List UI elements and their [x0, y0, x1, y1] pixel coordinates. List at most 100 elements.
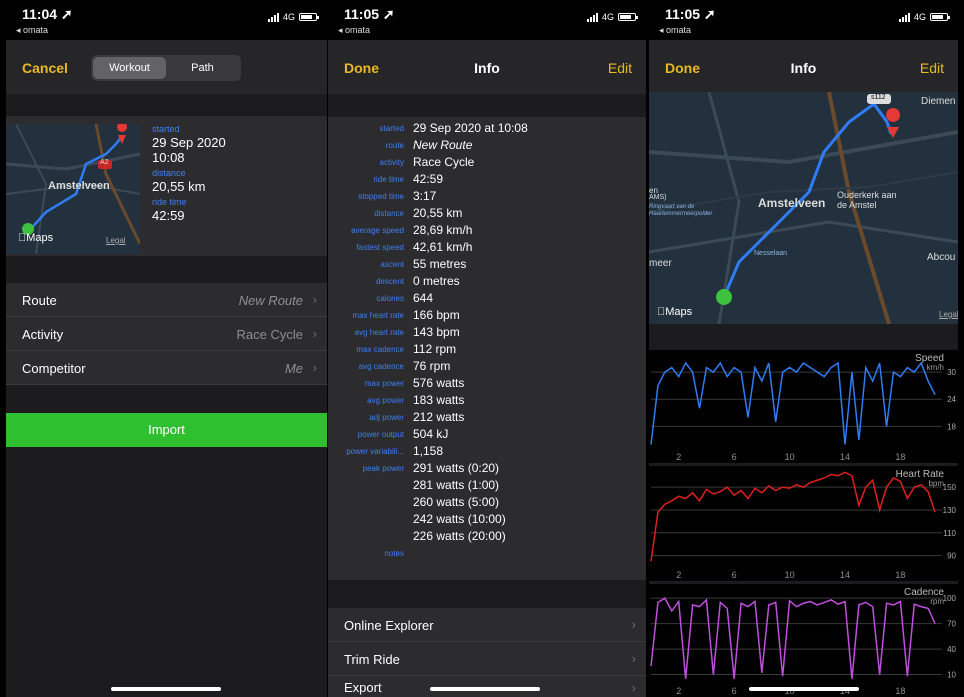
info-key: started: [379, 124, 404, 133]
network-label: 4G: [601, 12, 614, 22]
x-tick-label: 10: [785, 452, 795, 462]
info-row: started 29 Sep 2020 at 10:08: [328, 121, 646, 138]
info-row: stopped time 3:17: [328, 189, 646, 206]
map-meer-label: meer: [649, 258, 672, 269]
cadence-chart[interactable]: 100 70 40 10 2 6 10 14 18 Cadence rpm: [649, 584, 958, 697]
map-thumbnail[interactable]: Amstelveen A2 Maps Legal: [6, 124, 140, 254]
info-key: max cadence: [356, 345, 404, 354]
segment-workout[interactable]: Workout: [93, 57, 166, 79]
distance-label: distance: [152, 168, 186, 178]
started-time: 10:08: [152, 150, 185, 165]
heart-rate-chart[interactable]: 150 130 110 90 2 6 10 14 18 Heart Rate bpm: [649, 466, 958, 581]
info-row: notes: [328, 546, 646, 563]
route-label: Route: [22, 293, 57, 308]
info-value: 644: [413, 291, 434, 305]
info-key: max heart rate: [352, 311, 404, 320]
route-map[interactable]: Amstelveen Ouderkerk aan de Amstel Dieme…: [649, 92, 958, 324]
home-indicator[interactable]: [749, 687, 859, 691]
import-button[interactable]: Import: [6, 413, 327, 447]
info-value: New Route: [413, 138, 473, 152]
info-row: fastest speed 42,61 km/h: [328, 240, 646, 257]
x-tick-label: 18: [895, 686, 905, 696]
chevron-right-icon: ›: [631, 680, 636, 695]
info-key: power output: [357, 430, 404, 439]
info-row: max cadence 112 rpm: [328, 342, 646, 359]
info-value: 166 bpm: [413, 308, 460, 322]
nav-bar: Done Info Edit: [328, 40, 646, 94]
activity-label: Activity: [22, 327, 64, 342]
home-indicator[interactable]: [111, 687, 221, 691]
segmented-control: Workout Path: [91, 55, 241, 81]
info-row: max power 576 watts: [328, 376, 646, 393]
y-tick-label: 110: [943, 529, 956, 538]
distance-value: 20,55 km: [152, 179, 206, 194]
x-tick-label: 18: [895, 452, 905, 462]
info-value: Race Cycle: [413, 155, 475, 169]
x-tick-label: 14: [840, 452, 850, 462]
chevron-right-icon: ›: [312, 292, 317, 307]
menu-label: Export: [344, 680, 382, 695]
info-value: 55 metres: [413, 257, 467, 271]
map-town-label: Amstelveen: [48, 180, 110, 192]
signal-icon: [586, 12, 598, 22]
back-to-app-link[interactable]: ◂ omata: [659, 25, 691, 36]
menu-online-explorer[interactable]: Online Explorer ›: [328, 608, 646, 642]
speed-chart[interactable]: 30 24 18 2 6 10 14 18 Speed km/h: [649, 350, 958, 463]
map-legal-link[interactable]: Legal: [106, 236, 126, 245]
info-key: notes: [384, 549, 404, 558]
info-value: 20,55 km: [413, 206, 463, 220]
info-key: adj power: [369, 413, 404, 422]
competitor-row[interactable]: Competitor Me ›: [6, 351, 327, 385]
menu-label: Online Explorer: [344, 618, 434, 633]
info-row: 226 watts (20:00): [328, 529, 646, 546]
info-key: stopped time: [358, 192, 404, 201]
info-value: 291 watts (0:20): [413, 461, 500, 475]
signal-icon: [267, 12, 279, 22]
series-line: [650, 597, 936, 679]
status-bar: 11:05 ➚ ◂ omata 4G: [649, 0, 958, 40]
status-bar: 11:05 ➚ ◂ omata 4G: [328, 0, 646, 40]
activity-row[interactable]: Activity Race Cycle ›: [6, 317, 327, 351]
info-key: avg power: [367, 396, 404, 405]
x-tick-label: 2: [676, 452, 681, 462]
y-tick-label: 90: [947, 552, 956, 561]
info-row: avg cadence 76 rpm: [328, 359, 646, 376]
edit-button[interactable]: Edit: [608, 60, 632, 76]
back-to-app-link[interactable]: ◂ omata: [16, 25, 48, 36]
y-tick-label: 100: [943, 594, 957, 603]
info-row: 260 watts (5:00): [328, 495, 646, 512]
chevron-right-icon: ›: [631, 651, 636, 666]
chart-unit: rpm: [930, 597, 944, 606]
menu-trim-ride[interactable]: Trim Ride ›: [328, 642, 646, 676]
info-key: descent: [375, 277, 404, 286]
info-value: 29 Sep 2020 at 10:08: [413, 121, 528, 135]
battery-icon: [930, 13, 950, 21]
ride-time-label: ride time: [152, 197, 187, 207]
home-indicator[interactable]: [430, 687, 540, 691]
y-tick-label: 150: [943, 483, 957, 492]
x-tick-label: 6: [732, 570, 737, 580]
info-row: route New Route: [328, 138, 646, 155]
signal-icon: [898, 12, 910, 22]
apple-logo-icon: : [18, 232, 26, 244]
info-row: calories 644: [328, 291, 646, 308]
cadence-chart-svg: 1007040102 6 10 14 18Cadencerpm: [650, 587, 957, 696]
info-row: 242 watts (10:00): [328, 512, 646, 529]
info-row: average speed 28,69 km/h: [328, 223, 646, 240]
route-row[interactable]: Route New Route ›: [6, 283, 327, 317]
info-key: activity: [379, 158, 404, 167]
info-row: peak power 291 watts (0:20): [328, 461, 646, 478]
speed-chart-svg: 3024182 6 10 14 18Speedkm/h: [650, 353, 957, 462]
edit-button[interactable]: Edit: [920, 60, 944, 76]
chevron-right-icon: ›: [312, 360, 317, 375]
map-legal-link[interactable]: Legal: [939, 310, 958, 319]
cancel-button[interactable]: Cancel: [22, 60, 68, 76]
info-key: distance: [374, 209, 404, 218]
back-to-app-link[interactable]: ◂ omata: [338, 25, 370, 36]
map-canal-label: Ringvaart van de Haarlemmermeerpolder: [649, 204, 713, 217]
route-value: New Route: [238, 293, 303, 308]
segment-path[interactable]: Path: [166, 57, 239, 79]
x-tick-label: 6: [732, 686, 737, 696]
info-value: 0 metres: [413, 274, 460, 288]
info-key: avg heart rate: [354, 328, 404, 337]
